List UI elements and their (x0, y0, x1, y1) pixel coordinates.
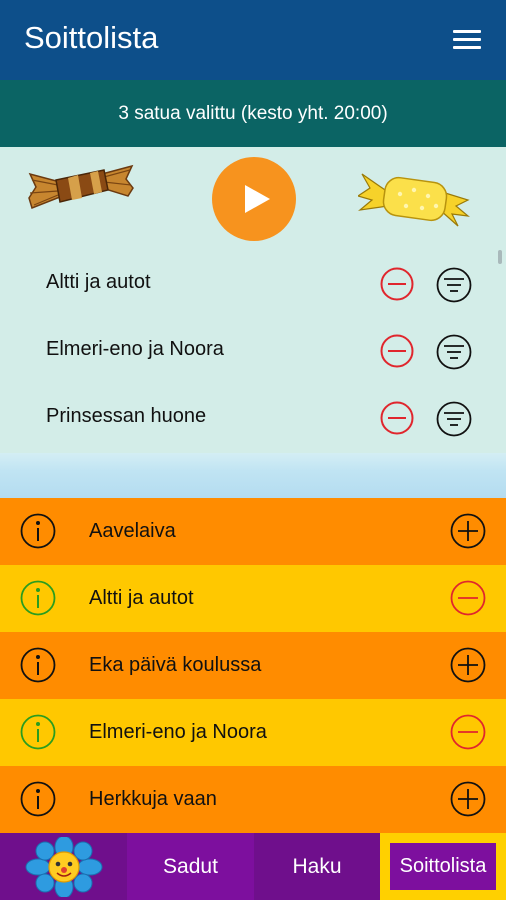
story-row[interactable]: Elmeri-eno ja Noora (0, 699, 506, 766)
info-icon[interactable] (20, 714, 56, 750)
info-icon[interactable] (20, 647, 56, 683)
playlist-summary: 3 satua valittu (kesto yht. 20:00) (0, 80, 506, 147)
tab-home[interactable] (0, 833, 127, 900)
flower-icon (25, 837, 103, 897)
tab-haku[interactable]: Haku (254, 833, 380, 900)
tab-soittolista-label: Soittolista (390, 843, 496, 890)
app-header: Soittolista (0, 0, 506, 80)
remove-icon[interactable] (380, 401, 414, 435)
remove-icon[interactable] (380, 267, 414, 301)
playlist-item-title: Prinsessan huone (46, 405, 207, 427)
story-title: Elmeri-eno ja Noora (89, 721, 267, 743)
reorder-icon[interactable] (436, 334, 472, 370)
play-icon (245, 185, 270, 213)
summary-text: 3 satua valittu (kesto yht. 20:00) (118, 103, 388, 124)
story-row[interactable]: Altti ja autot (0, 565, 506, 632)
play-button[interactable] (212, 157, 296, 241)
playlist-item-title: Elmeri-eno ja Noora (46, 338, 224, 360)
remove-icon[interactable] (380, 334, 414, 368)
add-icon[interactable] (450, 513, 486, 549)
add-icon[interactable] (450, 647, 486, 683)
playlist-item: Prinsessan huone (0, 389, 506, 449)
candy-yellow-icon (358, 173, 470, 227)
reorder-icon[interactable] (436, 401, 472, 437)
info-icon[interactable] (20, 580, 56, 616)
story-row[interactable]: Herkkuja vaan (0, 766, 506, 833)
candy-brown-icon (28, 164, 134, 209)
story-row[interactable]: Aavelaiva (0, 498, 506, 565)
hamburger-icon[interactable] (453, 30, 481, 50)
bottom-tab-bar: Sadut Haku Soittolista (0, 833, 506, 900)
story-title: Altti ja autot (89, 587, 194, 609)
remove-icon[interactable] (450, 714, 486, 750)
add-icon[interactable] (450, 781, 486, 817)
playlist-item: Elmeri-eno ja Noora (0, 322, 506, 382)
tab-soittolista[interactable]: Soittolista (380, 833, 506, 900)
tab-sadut[interactable]: Sadut (127, 833, 254, 900)
story-row[interactable]: Eka päivä koulussa (0, 632, 506, 699)
story-title: Aavelaiva (89, 520, 176, 542)
story-title: Herkkuja vaan (89, 788, 217, 810)
sky-background (0, 453, 506, 498)
reorder-icon[interactable] (436, 267, 472, 303)
page-title: Soittolista (24, 20, 159, 55)
remove-icon[interactable] (450, 580, 486, 616)
story-title: Eka päivä koulussa (89, 654, 262, 676)
info-icon[interactable] (20, 513, 56, 549)
playlist-item-title: Altti ja autot (46, 271, 151, 293)
info-icon[interactable] (20, 781, 56, 817)
playlist-item: Altti ja autot (0, 255, 506, 315)
